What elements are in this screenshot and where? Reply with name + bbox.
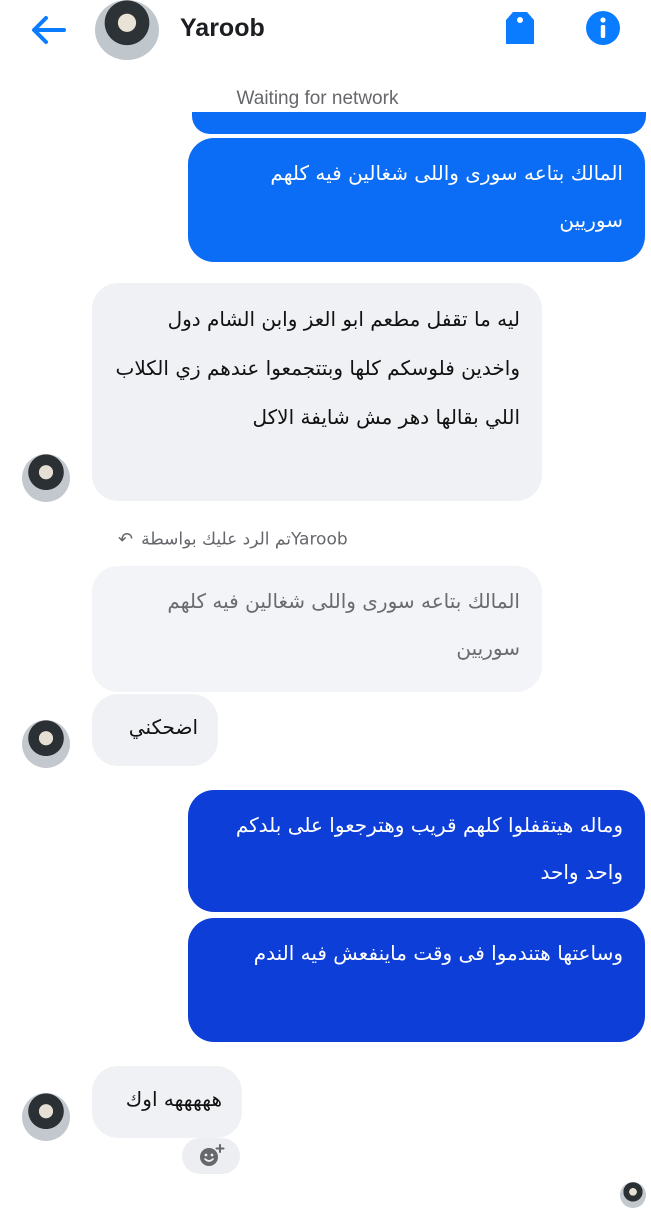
reply-arrow-icon: ↶ [118, 529, 134, 550]
message-text: اضحكني [128, 715, 198, 739]
message-text: المالك بتاعه سورى واللى شغالين فيه كلهم … [270, 161, 623, 232]
seen-avatar [620, 1182, 646, 1208]
sender-avatar[interactable] [22, 454, 70, 502]
quoted-message[interactable]: المالك بتاعه سورى واللى شغالين فيه كلهم … [92, 566, 542, 692]
reply-indicator: ↶ تم الرد عليك بواسطةYaroob [118, 529, 348, 550]
info-icon [586, 11, 620, 45]
incoming-message[interactable]: ليه ما تقفل مطعم ابو العز وابن الشام دول… [92, 283, 542, 501]
sender-avatar[interactable] [22, 720, 70, 768]
reply-note-name: Yaroob [290, 529, 348, 550]
tag-icon [506, 12, 534, 44]
add-reaction-button[interactable] [182, 1138, 240, 1174]
previous-message-tail [192, 112, 646, 134]
chat-header: Yaroob [0, 0, 651, 66]
arrow-left-icon [32, 16, 66, 44]
outgoing-message[interactable]: المالك بتاعه سورى واللى شغالين فيه كلهم … [188, 138, 645, 262]
network-status: Waiting for network [236, 88, 399, 109]
incoming-message[interactable]: اضحكني [92, 694, 218, 766]
info-button[interactable] [583, 8, 623, 48]
back-button[interactable] [26, 12, 70, 48]
incoming-message[interactable]: هههههه اوك [92, 1066, 242, 1138]
contact-avatar[interactable] [95, 0, 159, 60]
tag-button[interactable] [500, 8, 540, 48]
reply-note-text: تم الرد عليك بواسطة [141, 529, 291, 550]
outgoing-message[interactable]: وساعتها هتندموا فى وقت ماينفعش فيه الندم [188, 918, 645, 1042]
message-text: هههههه اوك [125, 1087, 222, 1111]
message-text: وماله هيتقفلوا كلهم قريب وهترجعوا على بل… [235, 813, 623, 884]
contact-name[interactable]: Yaroob [180, 14, 265, 43]
sender-avatar[interactable] [22, 1093, 70, 1141]
quoted-text: المالك بتاعه سورى واللى شغالين فيه كلهم … [167, 589, 520, 660]
message-text: وساعتها هتندموا فى وقت ماينفعش فيه الندم [253, 941, 623, 965]
smiley-add-icon [200, 1144, 225, 1166]
message-text: ليه ما تقفل مطعم ابو العز وابن الشام دول… [115, 307, 521, 429]
outgoing-message[interactable]: وماله هيتقفلوا كلهم قريب وهترجعوا على بل… [188, 790, 645, 912]
